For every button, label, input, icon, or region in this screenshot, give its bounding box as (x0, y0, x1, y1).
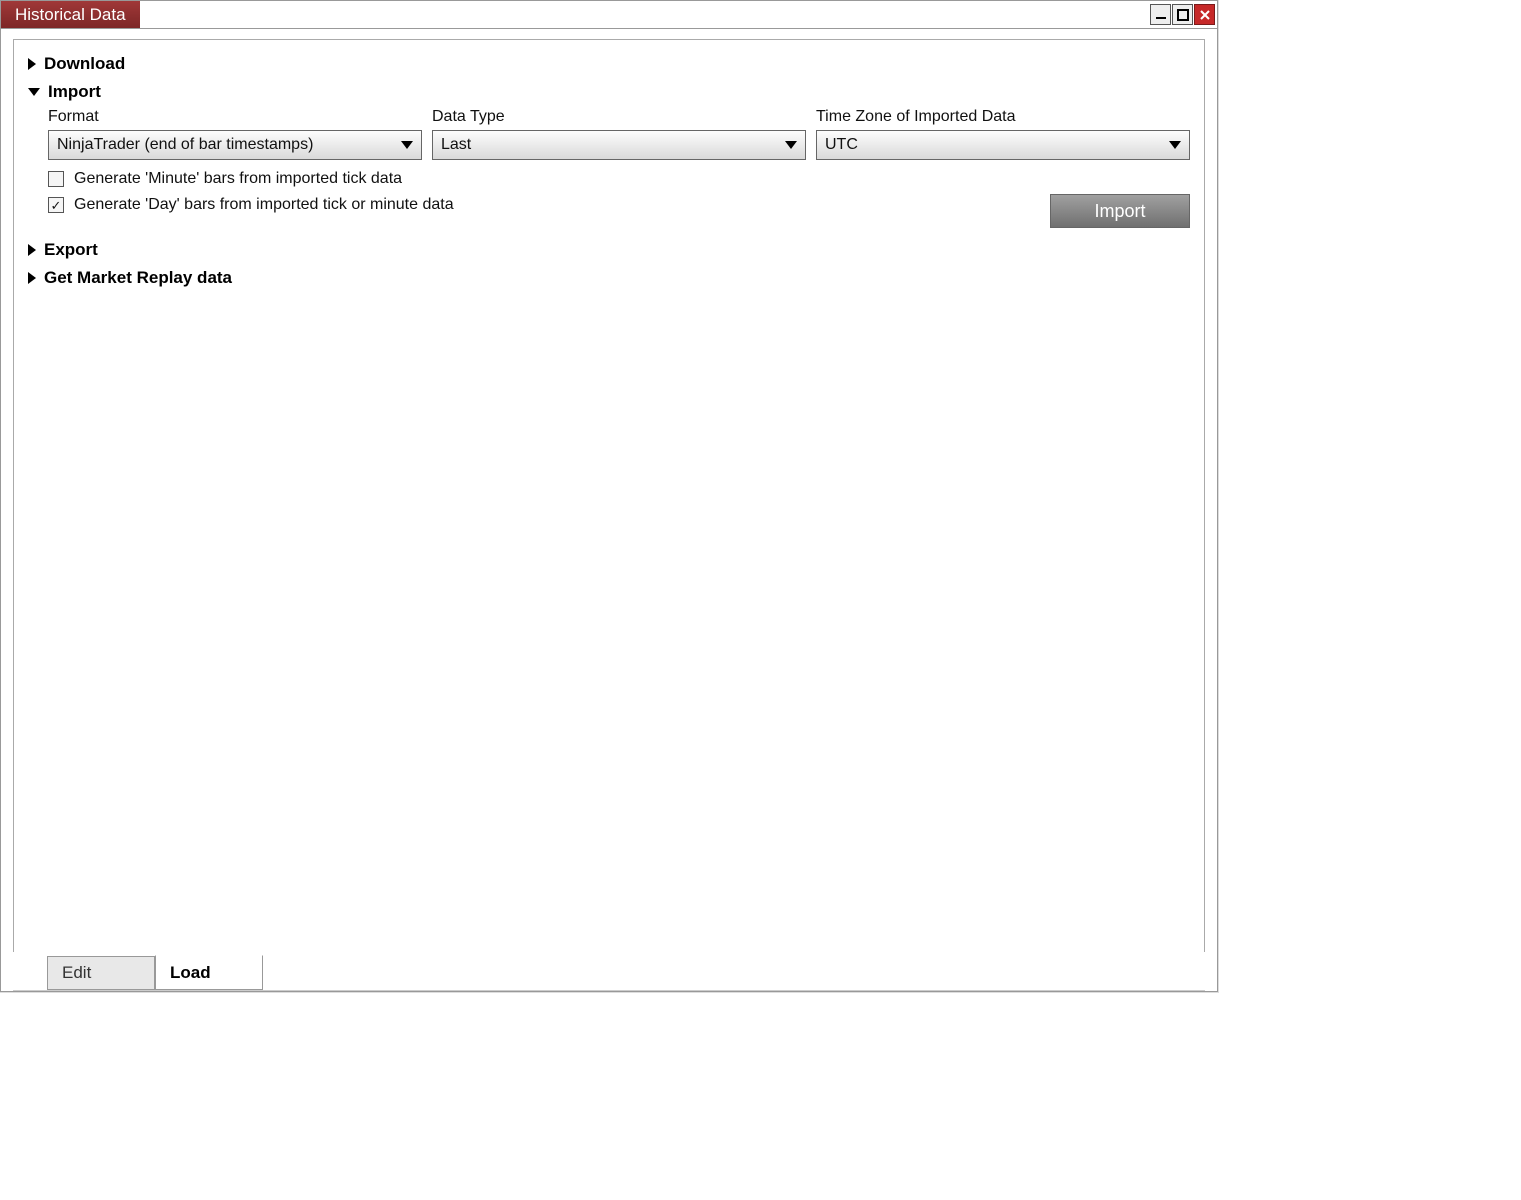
bottom-border (13, 990, 1205, 991)
minimize-icon (1155, 9, 1167, 21)
label-timezone: Time Zone of Imported Data (816, 108, 1190, 126)
window-controls (1150, 1, 1217, 28)
maximize-icon (1177, 9, 1189, 21)
combo-format-value: NinjaTrader (end of bar timestamps) (57, 136, 313, 154)
maximize-button[interactable] (1172, 4, 1193, 25)
section-download-label: Download (44, 54, 125, 74)
import-field-row: Format NinjaTrader (end of bar timestamp… (48, 108, 1190, 160)
titlebar-spacer (140, 1, 1150, 28)
combo-timezone[interactable]: UTC (816, 130, 1190, 160)
close-icon (1199, 9, 1211, 21)
checkbox-day-label: Generate 'Day' bars from imported tick o… (74, 196, 454, 214)
section-download[interactable]: Download (28, 50, 1190, 78)
combo-datatype[interactable]: Last (432, 130, 806, 160)
label-format: Format (48, 108, 422, 126)
chevron-right-icon (28, 272, 36, 284)
tab-edit[interactable]: Edit (47, 956, 155, 990)
chevron-right-icon (28, 58, 36, 70)
chevron-down-icon (401, 141, 413, 149)
field-datatype: Data Type Last (432, 108, 806, 160)
combo-datatype-value: Last (441, 136, 471, 154)
import-button[interactable]: Import (1050, 194, 1190, 228)
section-import[interactable]: Import (28, 78, 1190, 106)
section-export[interactable]: Export (28, 236, 1190, 264)
checkbox-day[interactable]: ✓ (48, 197, 64, 213)
minimize-button[interactable] (1150, 4, 1171, 25)
bottom-tabs: Edit Load (13, 952, 1205, 990)
section-replay-label: Get Market Replay data (44, 268, 232, 288)
checkbox-minute-row: Generate 'Minute' bars from imported tic… (48, 170, 1190, 188)
checkbox-minute[interactable] (48, 171, 64, 187)
section-import-label: Import (48, 82, 101, 102)
combo-timezone-value: UTC (825, 136, 858, 154)
field-timezone: Time Zone of Imported Data UTC (816, 108, 1190, 160)
close-button[interactable] (1194, 4, 1215, 25)
label-datatype: Data Type (432, 108, 806, 126)
tab-load[interactable]: Load (155, 955, 263, 990)
combo-format[interactable]: NinjaTrader (end of bar timestamps) (48, 130, 422, 160)
section-replay[interactable]: Get Market Replay data (28, 264, 1190, 292)
chevron-down-icon (1169, 141, 1181, 149)
import-body: Format NinjaTrader (end of bar timestamp… (28, 106, 1190, 228)
chevron-down-icon (28, 88, 40, 96)
content-area: Download Import Format NinjaTrader (end … (1, 29, 1217, 991)
window-title: Historical Data (1, 1, 140, 28)
checkbox-minute-label: Generate 'Minute' bars from imported tic… (74, 170, 402, 188)
chevron-down-icon (785, 141, 797, 149)
historical-data-window: Historical Data Download Import (0, 0, 1218, 992)
chevron-right-icon (28, 244, 36, 256)
content-panel: Download Import Format NinjaTrader (end … (13, 39, 1205, 953)
field-format: Format NinjaTrader (end of bar timestamp… (48, 108, 422, 160)
section-export-label: Export (44, 240, 98, 260)
titlebar: Historical Data (1, 1, 1217, 29)
